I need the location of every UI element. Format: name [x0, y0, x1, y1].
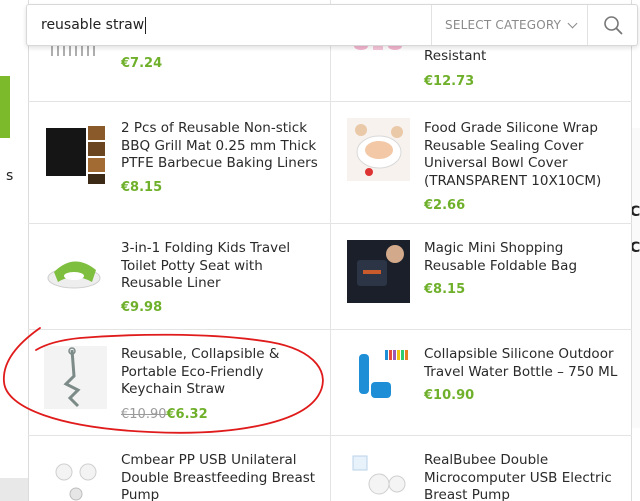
- product-old-price: €10.90: [121, 407, 167, 422]
- background-accent-strip: [0, 76, 10, 138]
- product-thumbnail: [44, 122, 107, 185]
- product-item[interactable]: 3-in-1 Folding Kids Travel Toilet Potty …: [28, 224, 330, 330]
- search-button[interactable]: [587, 5, 637, 45]
- product-thumbnail: [347, 452, 410, 501]
- product-title: Reusable, Collapsible & Portable Eco-Fri…: [121, 346, 280, 397]
- product-thumbnail: [347, 118, 410, 181]
- category-select-label: SELECT CATEGORY: [445, 18, 562, 32]
- product-title: Collapsible Silicone Outdoor Travel Wate…: [424, 346, 618, 380]
- product-price: €7.24: [121, 56, 163, 71]
- product-item[interactable]: 2 Pcs of Reusable Non-stick BBQ Grill Ma…: [28, 102, 330, 224]
- product-thumbnail: [44, 452, 107, 501]
- product-price: €10.90: [424, 388, 475, 403]
- chevron-down-icon: [567, 18, 578, 28]
- product-title: RealBubee Double Microcomputer USB Elect…: [424, 452, 612, 501]
- product-item[interactable]: Magic Mini Shopping Reusable Foldable Ba…: [330, 224, 632, 330]
- text-cursor: [145, 16, 147, 34]
- product-item[interactable]: Food Grade Silicone Wrap Reusable Sealin…: [330, 102, 632, 224]
- product-price: €8.15: [424, 282, 466, 297]
- product-thumbnail: [347, 240, 410, 303]
- product-price: €12.73: [424, 74, 475, 89]
- search-bar: reusable straw SELECT CATEGORY: [26, 4, 638, 46]
- category-select[interactable]: SELECT CATEGORY: [431, 5, 587, 45]
- product-price: €10.90€6.32: [121, 407, 208, 422]
- product-sale-price: €6.32: [166, 407, 208, 422]
- product-thumbnail: [347, 348, 410, 411]
- product-price: €2.66: [424, 198, 466, 213]
- product-title: Magic Mini Shopping Reusable Foldable Ba…: [424, 240, 578, 274]
- product-price: €8.15: [121, 180, 163, 195]
- search-icon: [603, 16, 622, 35]
- product-thumbnail: [44, 346, 107, 409]
- product-thumbnail: [44, 242, 107, 305]
- product-item[interactable]: RealBubee Double Microcomputer USB Elect…: [330, 436, 632, 501]
- background-text-fragment: s: [6, 168, 14, 184]
- product-item[interactable]: Reusable, Collapsible & Portable Eco-Fri…: [28, 330, 330, 436]
- product-title: Cmbear PP USB Unilateral Double Breastfe…: [121, 452, 316, 501]
- search-query-text: reusable straw: [41, 17, 145, 33]
- product-item[interactable]: Cmbear PP USB Unilateral Double Breastfe…: [28, 436, 330, 501]
- product-title: 3-in-1 Folding Kids Travel Toilet Potty …: [121, 240, 291, 291]
- product-title: Resistant: [424, 48, 487, 64]
- product-price: €9.98: [121, 300, 163, 315]
- search-input[interactable]: reusable straw: [27, 5, 431, 45]
- product-title: 2 Pcs of Reusable Non-stick BBQ Grill Ma…: [121, 120, 318, 171]
- product-title: Food Grade Silicone Wrap Reusable Sealin…: [424, 120, 602, 189]
- product-item[interactable]: Collapsible Silicone Outdoor Travel Wate…: [330, 330, 632, 436]
